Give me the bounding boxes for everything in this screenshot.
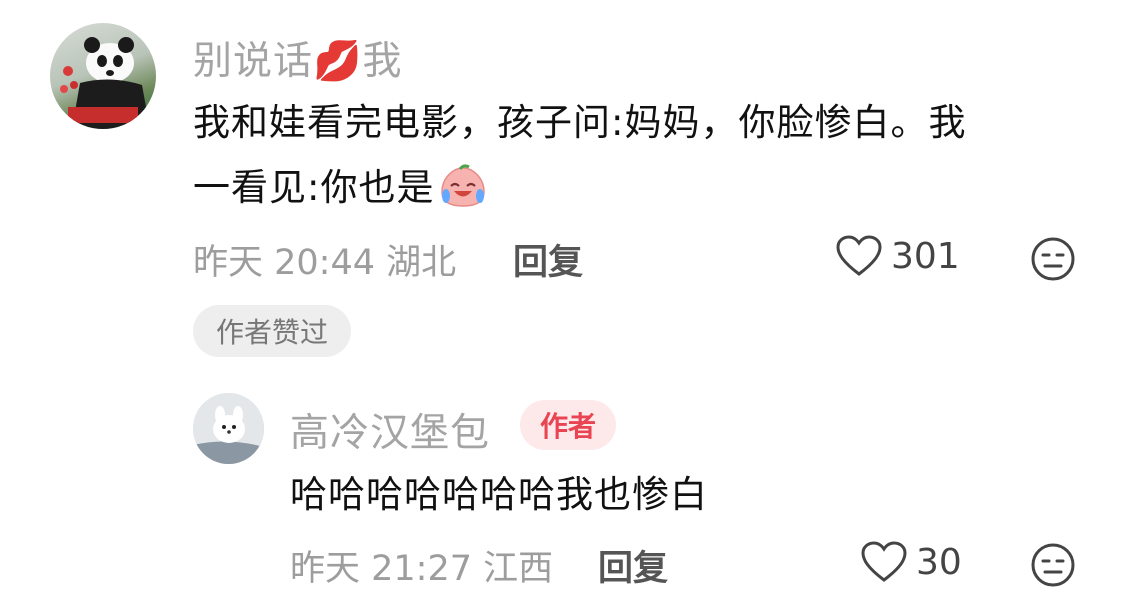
reply-dislike-button[interactable] — [1030, 542, 1076, 588]
comment-text-line-1: 我和娃看完电影，孩子问:妈妈，你脸惨白。我 — [193, 101, 967, 144]
comment-meta: 昨天 20:44 湖北 — [193, 243, 457, 283]
crying-laughing-peach-emoji-icon — [441, 164, 486, 207]
meh-face-icon — [1031, 237, 1075, 281]
comment-text-line-2: 一看见:你也是 — [193, 155, 488, 221]
comment-like-count: 301 — [891, 235, 960, 277]
commenter-username[interactable]: 别说话💋我 — [193, 30, 403, 86]
reply-like-count: 30 — [916, 541, 962, 583]
reply-text: 哈哈哈哈哈哈哈我也惨白 — [290, 473, 708, 516]
heart-outline-icon — [836, 235, 882, 276]
replier-username[interactable]: 高冷汉堡包 — [290, 402, 490, 458]
heart-outline-icon — [861, 541, 907, 582]
comment-reply-button[interactable]: 回复 — [513, 234, 583, 285]
comment-text-line-2-content: 一看见:你也是 — [193, 166, 435, 209]
author-liked-badge: 作者赞过 — [193, 305, 351, 357]
comment-like-button[interactable]: 301 — [835, 234, 960, 278]
replier-avatar[interactable] — [193, 393, 264, 464]
meh-face-icon — [1031, 543, 1075, 587]
reply-reply-button[interactable]: 回复 — [598, 540, 668, 591]
author-tag: 作者 — [520, 400, 616, 450]
reply-meta: 昨天 21:27 江西 — [290, 549, 554, 589]
reply-like-button[interactable]: 30 — [860, 540, 962, 584]
comment-dislike-button[interactable] — [1030, 236, 1076, 282]
commenter-avatar[interactable] — [50, 23, 156, 129]
